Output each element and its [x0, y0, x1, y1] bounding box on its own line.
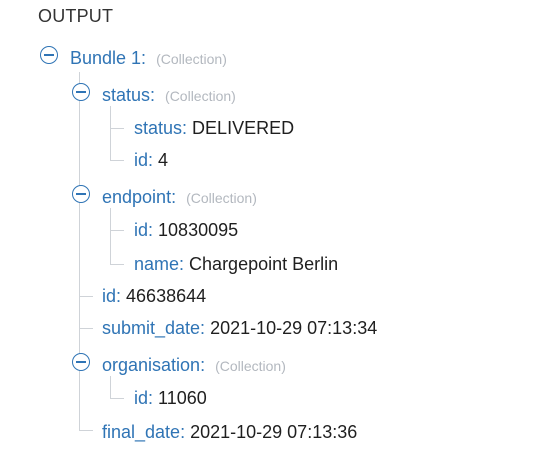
- node-key: status:: [102, 85, 156, 105]
- tree-guide-endpoint: [110, 208, 111, 264]
- tree-guide-final-date: [79, 430, 93, 431]
- tree-guide-status-id: [110, 160, 124, 161]
- tree-leaf-organisation-id: id: 11060: [134, 387, 207, 409]
- tree-leaf-endpoint-id: id: 10830095: [134, 219, 238, 241]
- tree-node-endpoint: endpoint: (Collection): [102, 186, 257, 209]
- leaf-key: id:: [134, 220, 154, 240]
- tree-guide-status: [110, 106, 111, 160]
- leaf-value: 11060: [158, 388, 207, 408]
- node-type: (Collection): [156, 51, 227, 67]
- leaf-value: 10830095: [158, 220, 239, 240]
- tree-guide-endpoint-name: [110, 264, 124, 265]
- tree-leaf-status-status: status: DELIVERED: [134, 117, 294, 139]
- tree-leaf-status-id: id: 4: [134, 149, 168, 171]
- tree-guide-root: [79, 72, 80, 430]
- output-tree: Bundle 1: (Collection) status: (Collection…: [0, 0, 552, 462]
- leaf-key: name:: [134, 254, 185, 274]
- leaf-key: status:: [134, 118, 188, 138]
- tree-guide-organisation: [110, 376, 111, 398]
- tree-node-status: status: (Collection): [102, 84, 236, 107]
- node-key: organisation:: [102, 355, 206, 375]
- tree-guide-endpoint-id: [110, 230, 124, 231]
- leaf-key: id:: [134, 388, 154, 408]
- leaf-value: 2021-10-29 07:13:34: [210, 318, 378, 338]
- tree-node-organisation: organisation: (Collection): [102, 354, 286, 377]
- leaf-value: 4: [158, 150, 169, 170]
- leaf-key: final_date:: [102, 422, 186, 442]
- node-type: (Collection): [215, 358, 286, 374]
- leaf-key: submit_date:: [102, 318, 206, 338]
- leaf-key: id:: [102, 286, 122, 306]
- tree-leaf-id: id: 46638644: [102, 285, 206, 307]
- leaf-key: id:: [134, 150, 154, 170]
- tree-guide-status-status: [110, 128, 124, 129]
- node-key: endpoint:: [102, 187, 177, 207]
- tree-node-bundle: Bundle 1: (Collection): [70, 47, 227, 70]
- collapse-organisation-icon[interactable]: [72, 353, 90, 371]
- collapse-endpoint-icon[interactable]: [72, 185, 90, 203]
- collapse-bundle-icon[interactable]: [40, 46, 58, 64]
- leaf-value: DELIVERED: [192, 118, 295, 138]
- collapse-status-icon[interactable]: [72, 83, 90, 101]
- tree-leaf-endpoint-name: name: Chargepoint Berlin: [134, 253, 338, 275]
- tree-guide-id: [79, 296, 93, 297]
- leaf-value: Chargepoint Berlin: [189, 254, 339, 274]
- leaf-value: 2021-10-29 07:13:36: [190, 422, 358, 442]
- tree-guide-organisation-id: [110, 398, 124, 399]
- tree-leaf-final-date: final_date: 2021-10-29 07:13:36: [102, 421, 357, 443]
- node-type: (Collection): [186, 190, 257, 206]
- node-type: (Collection): [165, 88, 236, 104]
- tree-leaf-submit-date: submit_date: 2021-10-29 07:13:34: [102, 317, 377, 339]
- tree-guide-submit-date: [79, 328, 93, 329]
- node-key: Bundle 1:: [70, 48, 147, 68]
- leaf-value: 46638644: [126, 286, 207, 306]
